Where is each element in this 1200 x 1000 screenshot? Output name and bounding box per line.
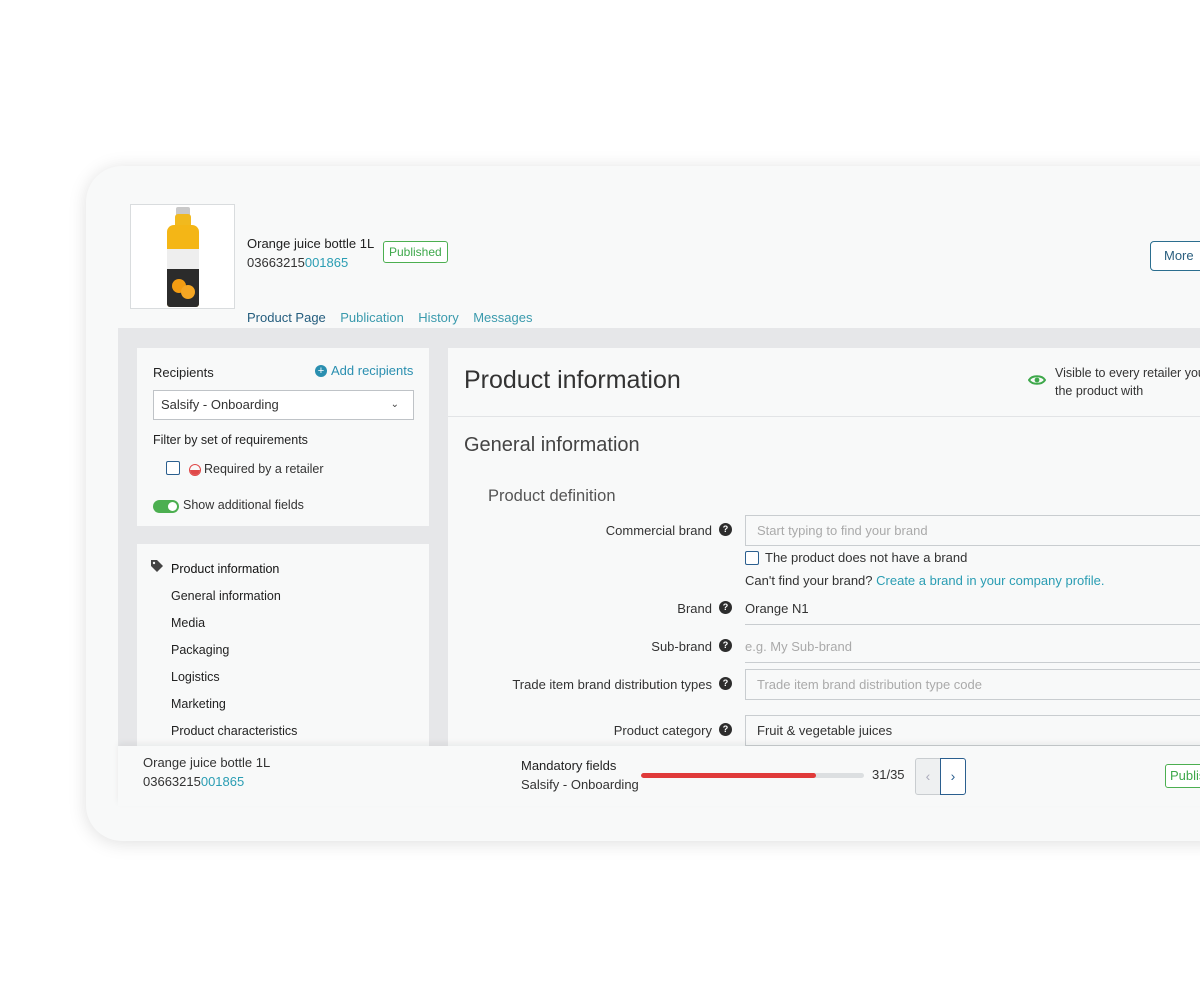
status-badge: Published: [383, 241, 448, 263]
commercial-brand-label: Commercial brand: [605, 523, 712, 538]
plus-circle-icon: +: [315, 365, 327, 377]
recipients-label: Recipients: [153, 365, 214, 380]
nav-item-general-information[interactable]: General information: [171, 589, 281, 603]
more-button[interactable]: More: [1150, 241, 1200, 271]
juice-bottle-image: [166, 205, 200, 309]
sub-brand-label: Sub-brand: [651, 639, 712, 654]
brand-value[interactable]: Orange N1: [745, 601, 809, 616]
help-icon[interactable]: ?: [719, 523, 732, 536]
visibility-text: Visible to every retailer you share the …: [1055, 366, 1200, 398]
divider: [448, 416, 1200, 417]
add-recipients-button[interactable]: + Add recipients: [315, 363, 413, 378]
section-title: General information: [464, 434, 640, 456]
show-additional-toggle[interactable]: [153, 500, 179, 513]
section-nav: Product information General information …: [137, 544, 429, 754]
required-checkbox[interactable]: [166, 461, 180, 475]
recipients-panel: Recipients + Add recipients Salsify - Onb…: [137, 348, 429, 526]
subsection-title: Product definition: [488, 487, 616, 505]
nav-item-logistics[interactable]: Logistics: [171, 670, 220, 684]
filter-label: Filter by set of requirements: [153, 433, 308, 447]
product-category-input[interactable]: Fruit & vegetable juices: [745, 715, 1200, 746]
no-brand-checkbox[interactable]: [745, 551, 759, 565]
publish-button[interactable]: Publish: [1165, 764, 1200, 788]
create-brand-link[interactable]: Create a brand in your company profile.: [876, 573, 1104, 588]
mandatory-progress-bar: [641, 773, 864, 778]
mandatory-fields-label: Mandatory fields: [521, 758, 617, 773]
progress-fill: [641, 773, 816, 778]
help-icon[interactable]: ?: [719, 601, 732, 614]
footer-product-name: Orange juice bottle 1L: [143, 755, 271, 770]
progress-count: 31/35: [872, 767, 905, 782]
help-icon[interactable]: ?: [719, 723, 732, 736]
nav-item-media[interactable]: Media: [171, 616, 205, 630]
no-brand-label: The product does not have a brand: [765, 550, 968, 565]
recipient-select[interactable]: Salsify - Onboarding ⌄: [153, 390, 414, 420]
nav-item-product-characteristics[interactable]: Product characteristics: [171, 724, 297, 738]
chevron-right-icon[interactable]: ›: [940, 758, 966, 795]
brand-underline: [745, 624, 1200, 625]
chevron-down-icon: ⌄: [390, 399, 399, 410]
app-window: Orange juice bottle 1L 03663215001865 Pu…: [86, 166, 1200, 841]
main-panel: Product information Visible to every ret…: [448, 348, 1200, 758]
product-tabs: Product Page Publication History Message…: [247, 309, 542, 331]
help-icon[interactable]: ?: [719, 677, 732, 690]
footer-product-code: 03663215001865: [143, 774, 245, 789]
distribution-types-input[interactable]: Trade item brand distribution type code: [745, 669, 1200, 700]
tag-icon: [151, 560, 163, 572]
distribution-types-label: Trade item brand distribution types: [512, 677, 712, 692]
cant-find-brand-text: Can't find your brand? Create a brand in…: [745, 573, 1105, 588]
nav-item-marketing[interactable]: Marketing: [171, 697, 226, 711]
tab-history[interactable]: History: [418, 310, 458, 329]
required-icon: [189, 464, 201, 476]
tab-publication[interactable]: Publication: [340, 310, 404, 329]
eye-icon: [1028, 375, 1046, 385]
tab-messages[interactable]: Messages: [473, 310, 532, 329]
brand-label: Brand: [677, 601, 712, 616]
product-category-label: Product category: [613, 723, 712, 738]
page-title: Product information: [464, 366, 681, 394]
commercial-brand-input[interactable]: Start typing to find your brand: [745, 515, 1200, 546]
product-thumbnail[interactable]: [130, 204, 235, 309]
help-icon[interactable]: ?: [719, 639, 732, 652]
product-code: 03663215001865: [247, 255, 349, 270]
product-name: Orange juice bottle 1L: [247, 236, 375, 251]
sub-brand-underline: [745, 662, 1200, 663]
show-additional-label: Show additional fields: [183, 498, 304, 512]
mandatory-fields-recipient: Salsify - Onboarding: [521, 777, 639, 792]
sub-brand-input[interactable]: e.g. My Sub-brand: [745, 639, 852, 654]
footer-bar: Orange juice bottle 1L 03663215001865 Ma…: [118, 746, 1200, 806]
chevron-left-icon[interactable]: ‹: [915, 758, 941, 795]
nav-item-product-information[interactable]: Product information: [171, 562, 279, 576]
required-label: Required by a retailer: [204, 462, 324, 476]
nav-item-packaging[interactable]: Packaging: [171, 643, 229, 657]
